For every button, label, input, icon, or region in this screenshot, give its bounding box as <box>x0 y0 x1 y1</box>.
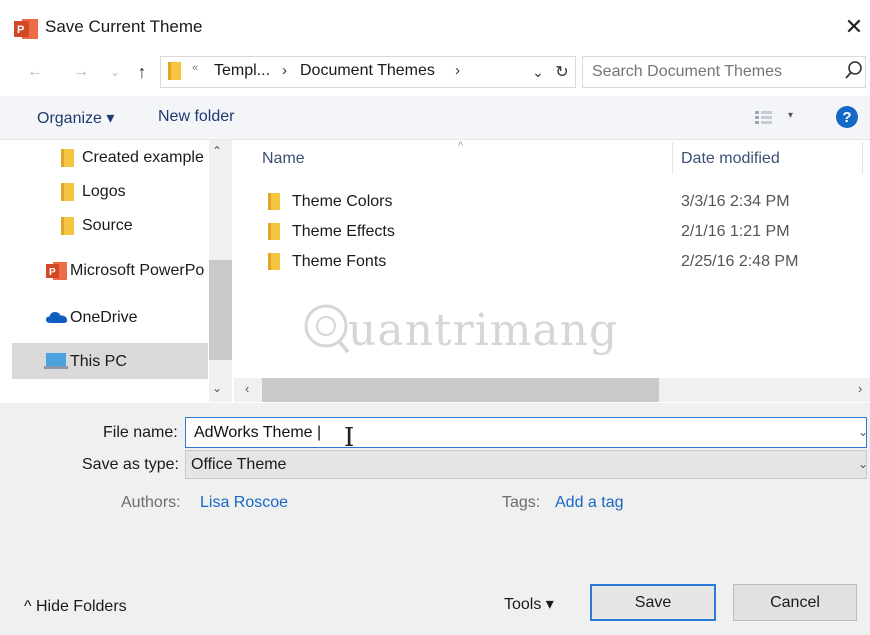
address-overflow-icon[interactable]: « <box>192 62 198 74</box>
save-as-type-select[interactable] <box>185 450 867 479</box>
folder-icon <box>61 183 74 201</box>
command-bar <box>0 96 870 140</box>
computer-icon <box>44 353 68 369</box>
nav-item-logos[interactable]: Logos <box>82 183 126 201</box>
watermark-logo-icon <box>304 304 350 354</box>
column-header-date-modified[interactable]: Date modified <box>681 150 780 168</box>
view-dropdown-icon[interactable]: ▾ <box>788 110 793 121</box>
window-title: Save Current Theme <box>45 17 203 36</box>
svg-text:P: P <box>17 24 24 36</box>
breadcrumb-templates[interactable]: Templ... <box>214 62 270 80</box>
folder-icon <box>268 253 280 270</box>
scroll-right-icon[interactable]: › <box>858 381 862 396</box>
view-options-icon[interactable] <box>752 108 776 128</box>
save-as-type-label: Save as type: <box>82 456 179 473</box>
new-folder-button[interactable]: New folder <box>158 108 234 126</box>
file-row-date[interactable]: 2/1/16 1:21 PM <box>681 223 790 241</box>
file-row-name[interactable]: Theme Colors <box>292 193 392 211</box>
authors-label: Authors: <box>121 494 181 511</box>
breadcrumb-separator[interactable]: › <box>455 62 460 79</box>
svg-text:P: P <box>49 267 56 278</box>
powerpoint-icon: P <box>14 19 38 39</box>
horizontal-scrollbar-thumb[interactable] <box>262 378 659 402</box>
column-header-name[interactable]: Name <box>262 150 305 168</box>
scroll-left-icon[interactable]: ‹ <box>245 381 249 396</box>
tools-button[interactable]: Tools ▾ <box>504 594 554 614</box>
column-divider[interactable] <box>672 142 673 174</box>
add-tag-link[interactable]: Add a tag <box>555 494 624 512</box>
scroll-up-icon[interactable]: ⌃ <box>212 144 222 158</box>
file-list[interactable] <box>234 140 870 402</box>
sort-ascending-icon: ^ <box>458 140 464 152</box>
nav-item-this-pc[interactable]: This PC <box>70 353 127 371</box>
column-divider[interactable] <box>862 142 863 174</box>
help-button[interactable]: ? <box>836 106 858 128</box>
folder-icon <box>61 217 74 235</box>
scroll-down-icon[interactable]: ⌄ <box>212 381 222 395</box>
up-arrow-icon[interactable]: ↑ <box>130 58 154 86</box>
close-button[interactable]: ✕ <box>838 10 870 44</box>
folder-icon <box>268 193 280 210</box>
back-arrow-icon[interactable]: ← <box>22 58 48 86</box>
nav-scrollbar-thumb[interactable] <box>209 260 232 360</box>
save-as-type-dropdown-icon[interactable]: ⌄ <box>858 457 868 471</box>
forward-arrow-icon[interactable]: → <box>68 58 94 86</box>
folder-icon <box>168 62 181 80</box>
file-row-name[interactable]: Theme Fonts <box>292 253 386 271</box>
nav-item-microsoft-powerpoint[interactable]: Microsoft PowerPo <box>70 262 206 280</box>
search-icon[interactable] <box>844 60 864 82</box>
file-row-date[interactable]: 3/3/16 2:34 PM <box>681 193 790 211</box>
address-dropdown-icon[interactable]: ⌄ <box>528 60 548 84</box>
tags-label: Tags: <box>502 494 541 511</box>
folder-icon <box>268 223 280 240</box>
search-input[interactable] <box>582 56 866 88</box>
organize-button[interactable]: Organize ▾ <box>37 108 114 128</box>
breadcrumb-separator[interactable]: › <box>282 62 287 79</box>
file-row-name[interactable]: Theme Effects <box>292 223 395 241</box>
nav-item-created-examples[interactable]: Created example <box>82 149 204 167</box>
recent-locations-icon[interactable]: ⌄ <box>102 58 128 86</box>
hide-folders-button[interactable]: ^ Hide Folders <box>24 598 127 616</box>
file-name-dropdown-icon[interactable]: ⌄ <box>858 425 868 439</box>
save-as-type-value[interactable]: Office Theme <box>191 456 286 474</box>
file-name-input[interactable] <box>185 417 867 448</box>
file-row-date[interactable]: 2/25/16 2:48 PM <box>681 253 798 271</box>
breadcrumb-document-themes[interactable]: Document Themes <box>300 62 435 80</box>
powerpoint-icon: P <box>46 262 67 280</box>
file-name-label: File name: <box>103 424 178 441</box>
text-cursor-icon: I <box>344 423 355 453</box>
onedrive-icon <box>46 312 68 323</box>
save-button[interactable]: Save <box>590 584 716 621</box>
nav-item-source[interactable]: Source <box>82 217 133 235</box>
folder-icon <box>61 149 74 167</box>
refresh-icon[interactable]: ↻ <box>550 60 574 84</box>
watermark-text: uantrimang <box>348 305 619 356</box>
cancel-button[interactable]: Cancel <box>733 584 857 621</box>
nav-item-onedrive[interactable]: OneDrive <box>70 309 138 327</box>
authors-value[interactable]: Lisa Roscoe <box>200 494 288 512</box>
